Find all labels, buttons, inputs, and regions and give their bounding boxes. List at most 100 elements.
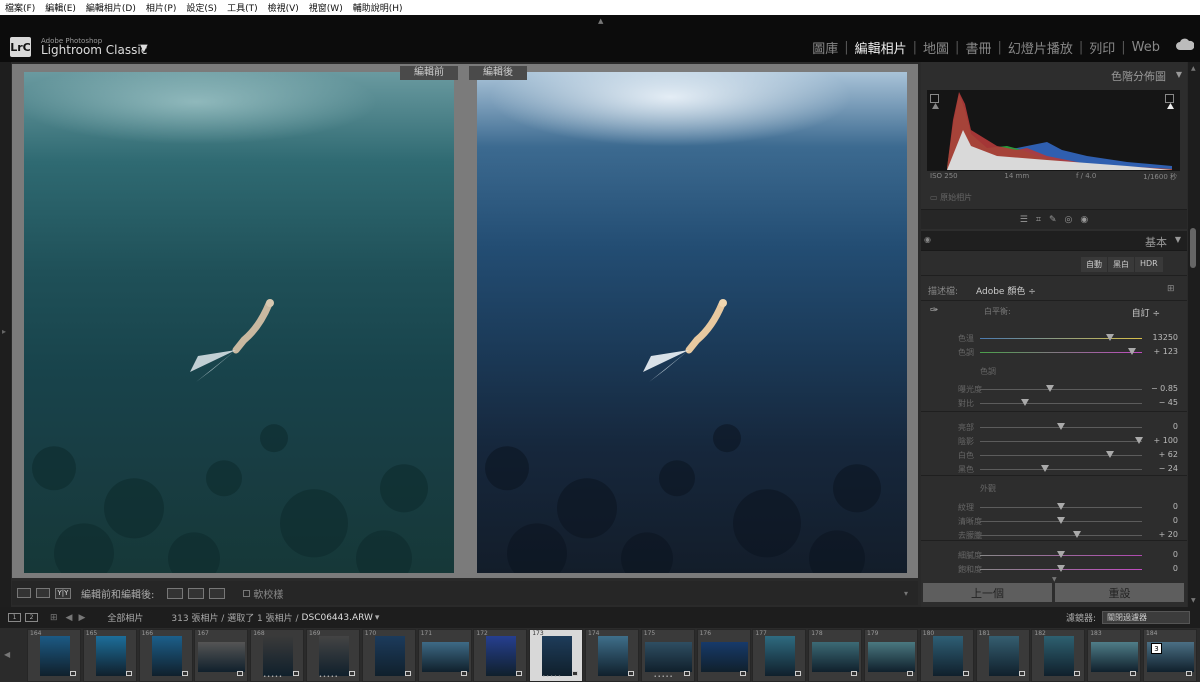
thumbnail-image[interactable] <box>932 636 963 676</box>
soft-proof-toggle[interactable]: 軟校樣 <box>243 586 283 601</box>
slider-thumb[interactable] <box>1134 437 1143 444</box>
thumbnail-image[interactable] <box>868 642 915 672</box>
thumbnail-image[interactable] <box>198 642 246 672</box>
crop-icon[interactable]: ⌗ <box>1036 215 1041 225</box>
slider-presence-0[interactable]: 紋理 0 <box>928 502 1180 514</box>
masking-icon[interactable]: ◉ <box>1080 215 1088 225</box>
filmstrip-cell[interactable]: 182 <box>1031 629 1086 682</box>
filmstrip-cell[interactable]: 180 <box>919 629 974 682</box>
loupe-view-button[interactable] <box>17 588 31 598</box>
filmstrip-cell[interactable]: 168 ••••• <box>250 629 305 682</box>
slider-color-1[interactable]: 飽和度 0 <box>928 564 1180 576</box>
thumbnail-image[interactable] <box>765 636 796 676</box>
slider-thumb[interactable] <box>1057 565 1065 572</box>
menu-help[interactable]: 輔助說明(H) <box>353 1 403 14</box>
right-panel-scrollbar[interactable]: ▲ ▼ <box>1188 62 1200 607</box>
healing-brush-icon[interactable]: ✎ <box>1049 215 1057 225</box>
white-balance-select[interactable]: 自訂 ÷ <box>1132 306 1160 319</box>
filmstrip-cell[interactable]: 164 <box>27 629 81 682</box>
basic-panel-header[interactable]: ◉ 基本 ▼ <box>921 231 1187 251</box>
filmstrip-cell[interactable]: 176 <box>696 629 751 682</box>
filmstrip-cell[interactable]: 170 <box>361 629 416 682</box>
primary-window-button[interactable]: 1 <box>8 613 21 622</box>
slider-track[interactable] <box>980 455 1142 456</box>
reset-button[interactable]: 重設 <box>1055 583 1184 602</box>
slider-light-2[interactable]: 白色 + 62 <box>928 450 1180 462</box>
module-print[interactable]: 列印 <box>1083 38 1121 57</box>
basic-panel-collapse-icon[interactable]: ▼ <box>1175 235 1181 244</box>
original-photo-toggle[interactable]: ▭ 原始相片 <box>930 192 972 203</box>
filter-select[interactable]: 關閉過濾器 <box>1102 611 1190 624</box>
slider-value[interactable]: + 123 <box>1153 347 1178 356</box>
hdr-button[interactable]: HDR <box>1135 257 1163 272</box>
menu-window[interactable]: 視窗(W) <box>309 1 343 14</box>
slider-track[interactable] <box>980 338 1142 339</box>
filmstrip-cell[interactable]: 167 <box>194 629 249 682</box>
thumbnail-image[interactable] <box>812 642 860 672</box>
slider-thumb[interactable] <box>1057 517 1065 524</box>
slider-thumb[interactable] <box>1057 551 1065 558</box>
secondary-window-button[interactable]: 2 <box>25 613 38 622</box>
slider-value[interactable]: 0 <box>1173 502 1178 511</box>
slider-value[interactable]: 0 <box>1173 422 1178 431</box>
grid-view-icon[interactable]: ⊞ <box>50 613 58 623</box>
slider-wb-0[interactable]: 色溫 13250 <box>928 333 1180 345</box>
source-label[interactable]: 全部相片 <box>107 611 143 624</box>
slider-value[interactable]: 13250 <box>1153 333 1178 342</box>
slider-thumb[interactable] <box>1073 531 1082 538</box>
before-photo[interactable] <box>24 72 454 573</box>
slider-tone-0[interactable]: 曝光度 − 0.85 <box>928 384 1180 396</box>
menu-settings[interactable]: 設定(S) <box>186 1 217 14</box>
slider-thumb[interactable] <box>1128 348 1137 355</box>
histogram-title[interactable]: 色階分佈圖 <box>1111 68 1166 84</box>
module-library[interactable]: 圖庫 <box>806 38 844 57</box>
swap-before-after-button[interactable] <box>209 587 226 599</box>
highlight-clipping-toggle[interactable] <box>1165 94 1174 109</box>
filmstrip-cell[interactable]: 181 <box>975 629 1030 682</box>
slider-track[interactable] <box>980 389 1142 390</box>
slider-light-0[interactable]: 亮部 0 <box>928 422 1180 434</box>
forward-arrow-icon[interactable]: ▶ <box>78 613 85 623</box>
slider-thumb[interactable] <box>1040 465 1049 472</box>
profile-select[interactable]: Adobe 顏色 ÷ <box>976 284 1036 297</box>
filmstrip-cell[interactable]: 184 <box>1143 629 1197 682</box>
slider-value[interactable]: + 62 <box>1159 450 1178 459</box>
filmstrip-cell[interactable]: 173 ••••• <box>529 629 584 682</box>
menu-file[interactable]: 檔案(F) <box>5 1 35 14</box>
slider-value[interactable]: 0 <box>1173 550 1178 559</box>
slider-value[interactable]: − 45 <box>1159 398 1178 407</box>
filmstrip-cell[interactable]: 174 <box>585 629 639 682</box>
filmstrip-cell[interactable]: 166 <box>138 629 193 682</box>
menu-tools[interactable]: 工具(T) <box>227 1 258 14</box>
copy-before-to-after-button[interactable] <box>167 587 184 599</box>
filmstrip-cell[interactable]: 171 <box>417 629 472 682</box>
filmstrip-cell[interactable]: 178 <box>808 629 863 682</box>
slider-value[interactable]: 0 <box>1173 516 1178 525</box>
filmstrip-cell[interactable]: 175 ••••• <box>640 629 695 682</box>
slider-color-0[interactable]: 細膩度 0 <box>928 550 1180 562</box>
slider-thumb[interactable] <box>1045 385 1054 392</box>
slider-tone-1[interactable]: 對比 − 45 <box>928 398 1180 410</box>
thumbnail-image[interactable] <box>700 642 748 672</box>
thumbnail-image[interactable] <box>988 636 1019 676</box>
slider-value[interactable]: + 20 <box>1159 530 1178 539</box>
auto-button[interactable]: 自動 <box>1081 257 1107 272</box>
filmstrip-cell[interactable]: 179 <box>864 629 918 682</box>
module-web[interactable]: Web <box>1126 40 1166 55</box>
brand-menu-arrow[interactable]: ▼ <box>140 43 148 54</box>
slider-thumb[interactable] <box>1021 399 1030 406</box>
thumbnail-image[interactable] <box>542 636 573 676</box>
thumbnail-image[interactable] <box>1044 636 1075 676</box>
slider-track[interactable] <box>980 535 1142 536</box>
slider-light-1[interactable]: 陰影 + 100 <box>928 436 1180 448</box>
slider-track[interactable] <box>980 441 1142 442</box>
red-eye-icon[interactable]: ◎ <box>1064 215 1072 225</box>
previous-button[interactable]: 上一個 <box>923 583 1052 602</box>
bw-button[interactable]: 黑白 <box>1108 257 1134 272</box>
profile-browser-icon[interactable]: ⊞ <box>1167 284 1175 294</box>
thumbnail-image[interactable] <box>486 636 517 676</box>
sliders-icon[interactable]: ☰ <box>1020 215 1028 225</box>
thumbnail-image[interactable] <box>421 642 469 672</box>
filename-menu-arrow[interactable]: ▾ <box>375 613 380 623</box>
after-photo[interactable] <box>477 72 907 573</box>
